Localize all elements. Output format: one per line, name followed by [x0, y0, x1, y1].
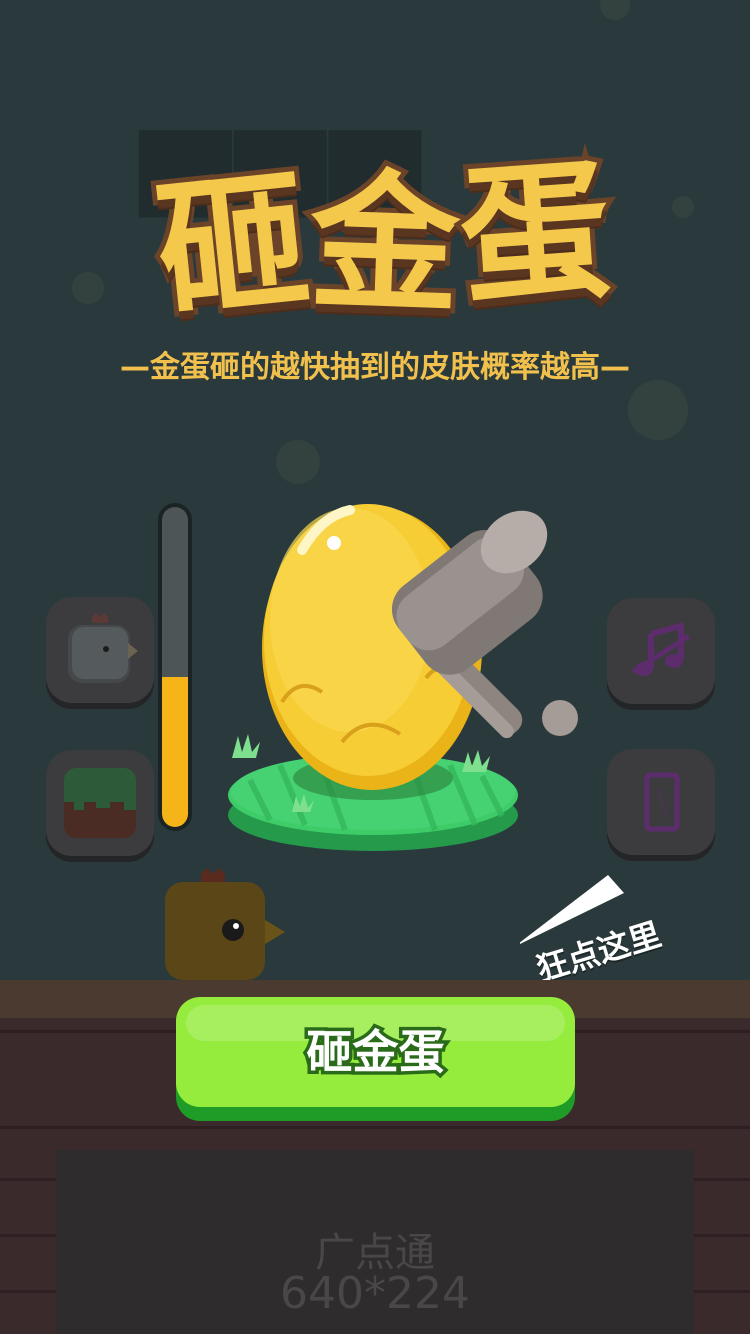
background-bubble [72, 272, 104, 304]
skin-button[interactable] [46, 597, 154, 703]
power-meter-track [162, 507, 188, 827]
background-bubble [276, 440, 320, 484]
background-bubble [628, 380, 688, 440]
grass-block-icon [64, 768, 136, 838]
game-title: 砸 金 蛋 [140, 138, 640, 347]
phone-vibrate-icon [644, 772, 680, 832]
title-char: 砸 [144, 148, 321, 347]
smash-egg-button[interactable]: 砸金蛋 [176, 997, 575, 1107]
brick-divider [0, 1126, 750, 1129]
scene-button[interactable] [46, 750, 154, 856]
music-button[interactable] [607, 598, 715, 704]
ad-banner-placeholder[interactable]: 广点通 640*224 [56, 1150, 694, 1334]
chick-character-icon [165, 868, 285, 980]
power-meter [158, 503, 192, 831]
title-char: 金 [302, 150, 468, 339]
smash-egg-button-label: 砸金蛋 [303, 1023, 448, 1082]
background-bubble [672, 196, 694, 218]
background-bubble [600, 0, 630, 20]
power-meter-fill [162, 676, 188, 827]
vibrate-button[interactable] [607, 749, 715, 855]
chicken-skin-icon [68, 613, 138, 683]
title-char: 蛋 [449, 138, 621, 332]
subtitle: —金蛋砸的越快抽到的皮肤概率越高— [120, 350, 630, 385]
golden-egg-scene[interactable] [220, 480, 600, 860]
ad-size-text: 640*224 [280, 1268, 470, 1319]
music-note-icon [631, 622, 691, 676]
